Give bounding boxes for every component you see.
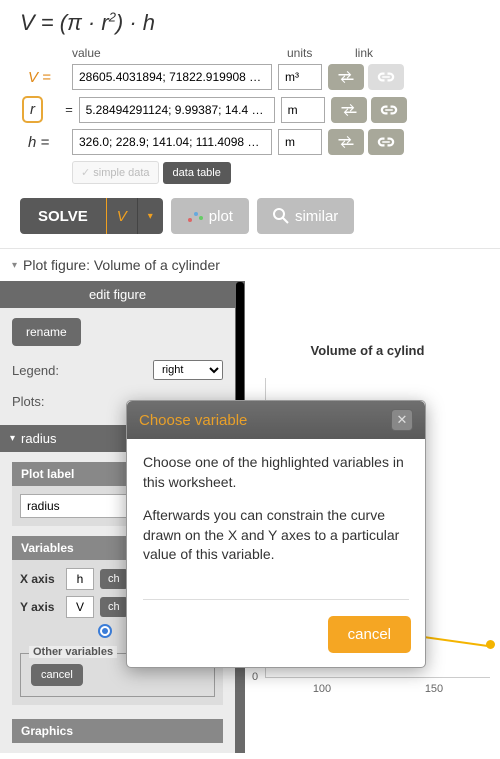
radio-selected[interactable] xyxy=(98,624,112,638)
legend-select[interactable]: right xyxy=(153,360,223,380)
header-units: units xyxy=(287,46,355,60)
header-value: value xyxy=(72,46,287,60)
search-icon xyxy=(273,208,289,224)
value-input-r[interactable] xyxy=(79,97,275,123)
swap-icon[interactable] xyxy=(328,64,364,90)
chart-title: Volume of a cylind xyxy=(245,343,490,358)
choose-variable-dialog: Choose variable ✕ Choose one of the high… xyxy=(126,400,426,668)
rename-button[interactable]: rename xyxy=(12,318,81,346)
unit-input-h[interactable] xyxy=(278,129,322,155)
simple-data-button[interactable]: simple data xyxy=(72,161,159,184)
cancel-button[interactable]: cancel xyxy=(328,616,411,653)
var-label-h: h = xyxy=(20,134,72,151)
y-axis-input[interactable] xyxy=(66,596,94,618)
chart-y-tick: 0 xyxy=(252,671,258,683)
var-label-r[interactable]: r xyxy=(22,96,43,123)
dialog-footer: cancel xyxy=(127,606,425,667)
var-row-r: r= xyxy=(20,96,480,123)
dialog-body: Choose one of the highlighted variables … xyxy=(127,439,425,593)
plot-button[interactable]: plot xyxy=(171,198,249,234)
header-link: link xyxy=(355,46,405,60)
x-axis-input[interactable] xyxy=(66,568,94,590)
action-bar: SOLVE V ▾ plot similar xyxy=(0,184,500,249)
value-input-h[interactable] xyxy=(72,129,272,155)
plot-section-header[interactable]: Plot figure: Volume of a cylinder xyxy=(0,249,500,281)
other-cancel-button[interactable]: cancel xyxy=(31,664,83,686)
panel-title: edit figure xyxy=(0,281,235,308)
data-mode-toggle: simple data data table xyxy=(72,161,480,184)
link-icon[interactable] xyxy=(368,129,404,155)
column-headers: value units link xyxy=(72,46,480,60)
chart-x-ticks: 100 150 xyxy=(266,683,490,695)
dialog-title: Choose variable xyxy=(139,412,247,429)
dialog-header: Choose variable ✕ xyxy=(127,401,425,439)
unit-input-r[interactable] xyxy=(281,97,325,123)
var-row-h: h = xyxy=(20,129,480,155)
value-input-V[interactable] xyxy=(72,64,272,90)
dialog-divider xyxy=(143,599,409,600)
var-label-V: V = xyxy=(20,69,72,86)
solve-group: SOLVE V ▾ xyxy=(20,198,163,234)
data-table-button[interactable]: data table xyxy=(163,162,231,184)
close-icon[interactable]: ✕ xyxy=(391,409,413,431)
graphics-header: Graphics xyxy=(12,719,223,743)
unit-input-V[interactable] xyxy=(278,64,322,90)
link-icon[interactable] xyxy=(368,64,404,90)
swap-icon[interactable] xyxy=(331,97,367,123)
legend-row: Legend: right xyxy=(12,360,223,380)
solve-button[interactable]: SOLVE xyxy=(20,198,106,234)
formula-display: V = (π · r2) · h xyxy=(0,0,500,46)
x-change-button[interactable]: ch xyxy=(100,569,128,589)
similar-button[interactable]: similar xyxy=(257,198,354,234)
solve-dropdown[interactable]: ▾ xyxy=(137,198,163,234)
chart-point xyxy=(486,640,495,649)
link-icon[interactable] xyxy=(371,97,407,123)
var-row-V: V = xyxy=(20,64,480,90)
swap-icon[interactable] xyxy=(328,129,364,155)
variables-section: value units link V = r= h = simple data … xyxy=(0,46,500,184)
solve-for-variable: V xyxy=(106,198,137,234)
y-change-button[interactable]: ch xyxy=(100,597,128,617)
plot-icon xyxy=(187,208,203,224)
